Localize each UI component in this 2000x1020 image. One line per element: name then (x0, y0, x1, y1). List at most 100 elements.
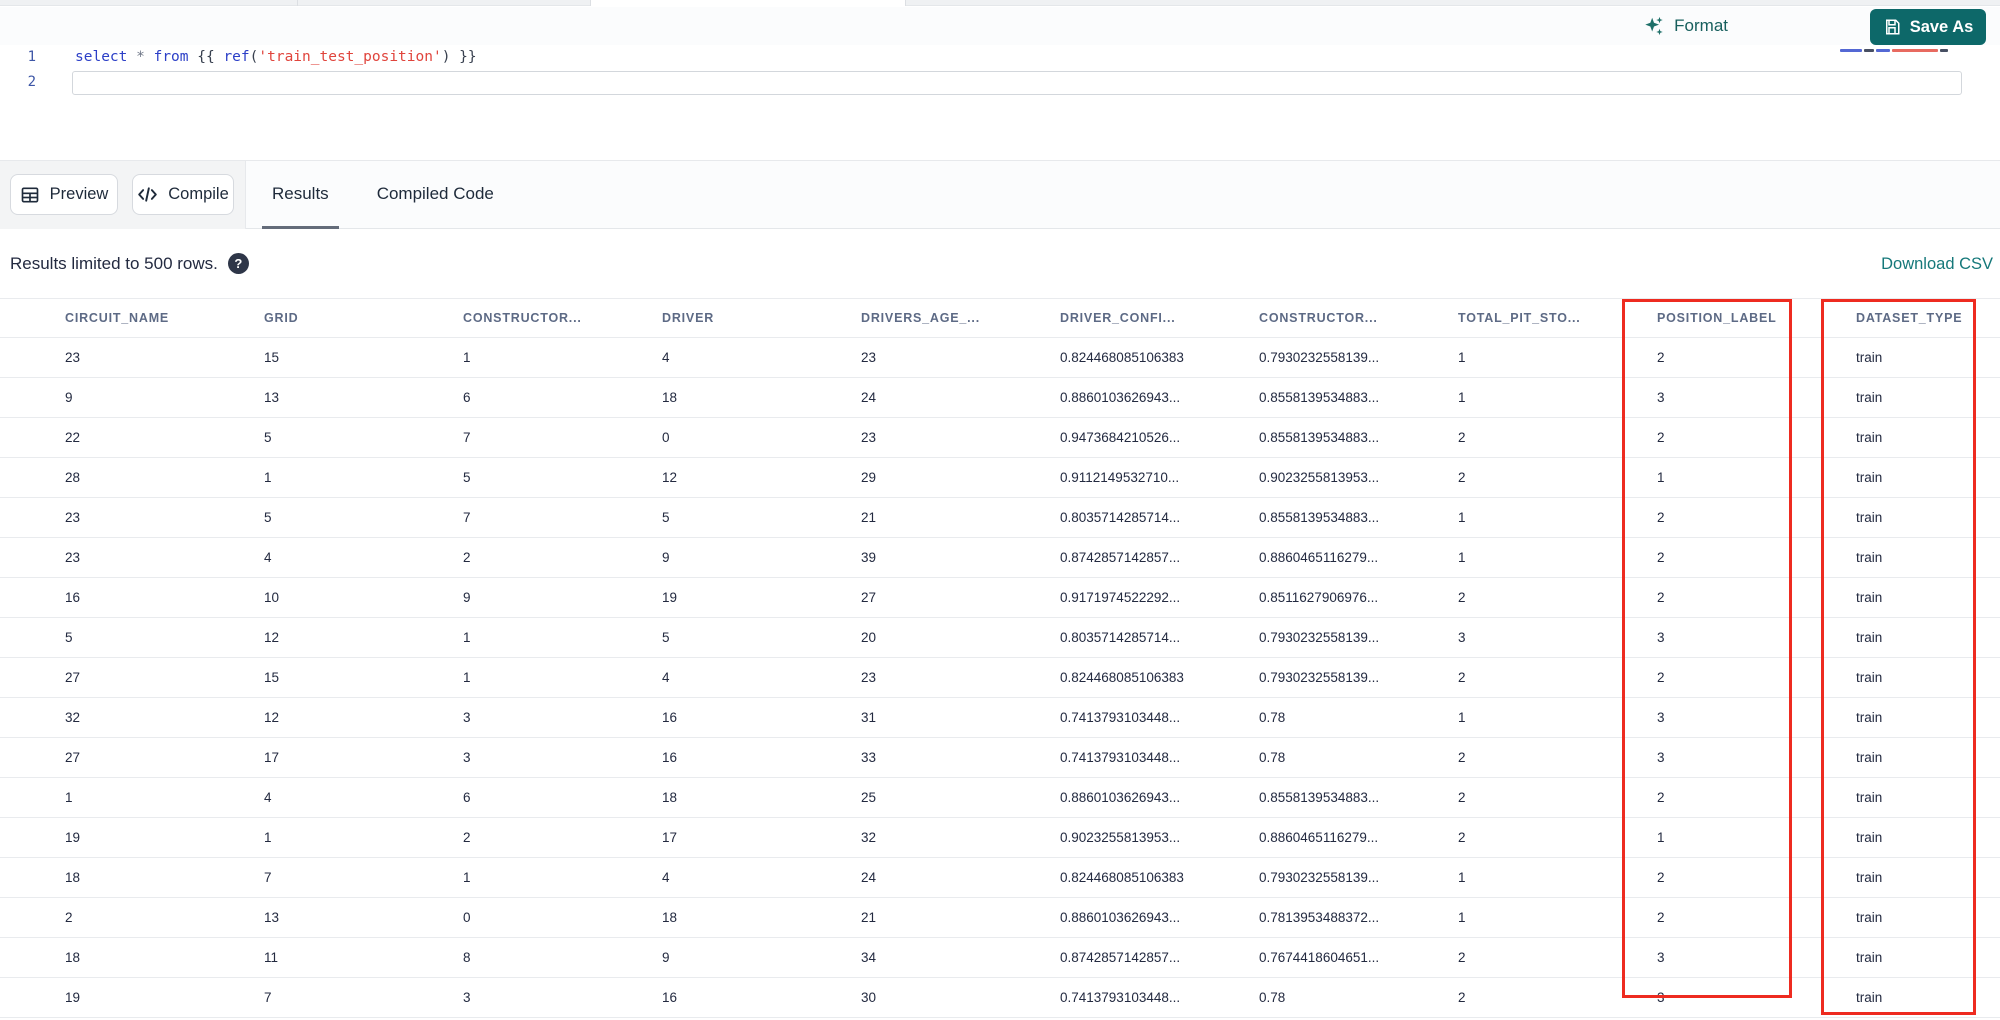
table-cell: 29 (861, 470, 877, 485)
table-cell: 17 (662, 830, 678, 845)
table-cell: 7 (264, 870, 272, 885)
table-cell: 21 (861, 510, 877, 525)
table-cell: 39 (861, 550, 877, 565)
table-cell: 18 (662, 790, 678, 805)
table-cell: 0.7930232558139... (1259, 630, 1380, 645)
tab-compiled-code[interactable]: Compiled Code (367, 161, 504, 229)
table-cell: 6 (463, 790, 471, 805)
line-number: 2 (27, 74, 36, 90)
help-icon[interactable]: ? (227, 253, 249, 274)
sql-token-kw: select (75, 49, 128, 65)
tab-divider (297, 0, 298, 6)
line-number-gutter: 1 2 (0, 45, 48, 95)
table-cell: 4 (662, 670, 670, 685)
download-csv-link[interactable]: Download CSV (1881, 255, 1993, 274)
row-limit-text: Results limited to 500 rows. (10, 253, 218, 273)
column-header-constructor[interactable]: CONSTRUCTOR... (463, 311, 662, 325)
table-cell: 32 (861, 830, 877, 845)
row-limit-status: Results limited to 500 rows. ? (10, 253, 249, 274)
table-cell: 0.8558139534883... (1259, 510, 1380, 525)
preview-button[interactable]: Preview (10, 174, 118, 215)
table-cell: 23 (65, 550, 81, 565)
table-cell: 1 (264, 830, 272, 845)
table-cell: 18 (662, 390, 678, 405)
table-cell: 12 (264, 710, 280, 725)
table-cell: 0.8860103626943... (1060, 390, 1181, 405)
column-header-grid[interactable]: GRID (264, 311, 463, 325)
table-cell: 0.824468085106383 (1060, 350, 1184, 365)
table-cell: 1 (463, 630, 471, 645)
table-cell: 2 (463, 550, 471, 565)
column-header-driver-confi[interactable]: DRIVER_CONFI... (1060, 311, 1259, 325)
table-cell: 31 (861, 710, 877, 725)
sql-code-line[interactable]: select * from {{ ref('train_test_positio… (75, 45, 477, 70)
table-cell: 2 (463, 830, 471, 845)
table-cell: 23 (65, 510, 81, 525)
table-cell: 23 (861, 350, 877, 365)
table-cell: 20 (861, 630, 877, 645)
table-cell: 4 (662, 870, 670, 885)
table-cell: 0.824468085106383 (1060, 670, 1184, 685)
table-cell: 15 (264, 350, 280, 365)
compile-button[interactable]: Compile (132, 174, 234, 215)
table-cell: 5 (264, 510, 272, 525)
table-cell: 27 (65, 750, 81, 765)
column-header-constructor[interactable]: CONSTRUCTOR... (1259, 311, 1458, 325)
preview-label: Preview (49, 185, 109, 203)
table-cell: 23 (65, 350, 81, 365)
table-cell: 18 (662, 910, 678, 925)
table-cell: 7 (463, 510, 471, 525)
table-cell: 18 (65, 950, 81, 965)
table-cell: 1 (65, 790, 73, 805)
table-cell: 1 (463, 350, 471, 365)
column-header-circuit-name[interactable]: CIRCUIT_NAME (65, 311, 264, 325)
column-header-drivers-age[interactable]: DRIVERS_AGE_... (861, 311, 1060, 325)
table-cell: 21 (861, 910, 877, 925)
table-cell: 23 (861, 670, 877, 685)
table-cell: 12 (264, 630, 280, 645)
table-icon (20, 185, 40, 205)
sql-token-kw: from (153, 49, 189, 65)
table-cell: 5 (264, 430, 272, 445)
table-cell: 15 (264, 670, 280, 685)
sql-token-fn: ref (223, 49, 250, 65)
table-cell: 10 (264, 590, 280, 605)
table-cell: 5 (463, 470, 471, 485)
active-line-highlight[interactable] (72, 71, 1962, 95)
table-cell: 1 (463, 870, 471, 885)
sql-token-pl (145, 49, 154, 65)
tab-results[interactable]: Results (262, 161, 339, 229)
table-cell: 2 (65, 910, 73, 925)
table-cell: 0.8742857142857... (1060, 550, 1181, 565)
table-cell: 4 (264, 790, 272, 805)
highlight-box-dataset-type (1821, 299, 1976, 1015)
table-cell: 16 (662, 750, 678, 765)
table-cell: 5 (662, 630, 670, 645)
table-cell: 5 (65, 630, 73, 645)
table-cell: 33 (861, 750, 877, 765)
table-cell: 0.78 (1259, 710, 1286, 725)
table-cell: 24 (861, 870, 877, 885)
table-cell: 9 (662, 950, 670, 965)
table-cell: 9 (463, 590, 471, 605)
format-button[interactable]: Format (1643, 10, 1728, 42)
table-cell: 18 (65, 870, 81, 885)
table-cell: 0.8511627906976... (1259, 590, 1379, 605)
code-editor[interactable]: 1 2 select * from {{ ref('train_test_pos… (0, 45, 2000, 160)
table-cell: 0.9171974522292... (1060, 590, 1181, 605)
save-as-button[interactable]: Save As (1870, 9, 1986, 45)
table-cell: 0 (662, 430, 670, 445)
table-cell: 6 (463, 390, 471, 405)
column-header-driver[interactable]: DRIVER (662, 311, 861, 325)
active-tab-top (590, 0, 905, 6)
table-cell: 16 (662, 710, 678, 725)
table-cell: 0.9023255813953... (1259, 470, 1380, 485)
table-cell: 19 (65, 990, 81, 1005)
sql-token-pl: {{ (188, 49, 224, 65)
table-cell: 0.8558139534883... (1259, 430, 1380, 445)
table-cell: 0.8860103626943... (1060, 910, 1181, 925)
table-cell: 3 (463, 750, 471, 765)
table-cell: 8 (463, 950, 471, 965)
table-cell: 12 (662, 470, 678, 485)
table-cell: 7 (264, 990, 272, 1005)
